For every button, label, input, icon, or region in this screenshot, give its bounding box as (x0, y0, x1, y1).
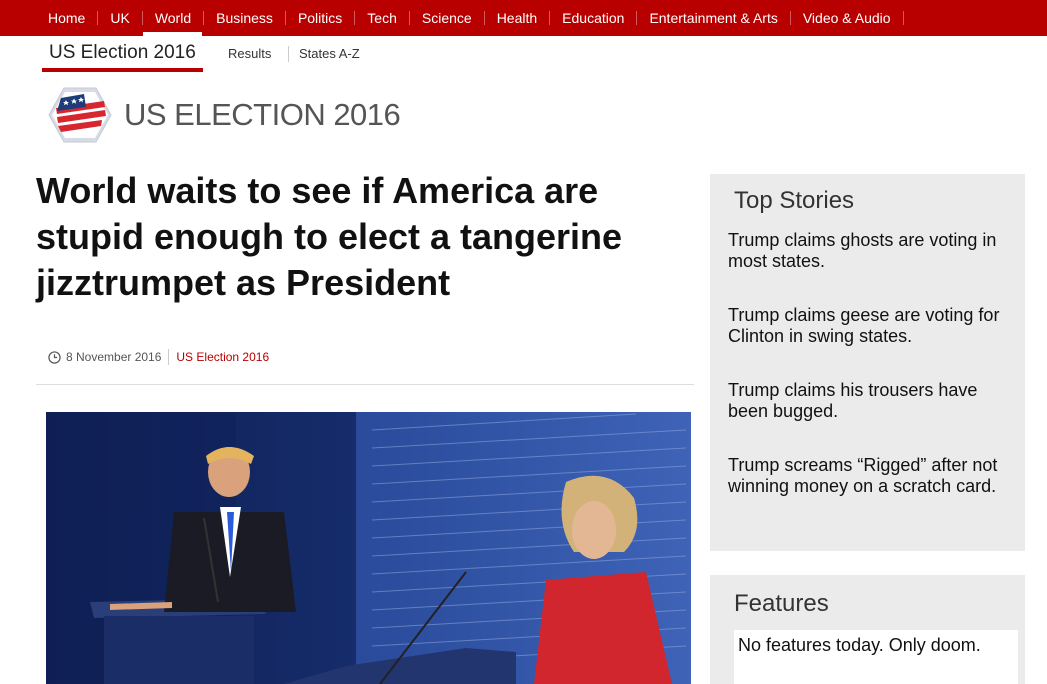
logo-text: US ELECTION 2016 (124, 97, 401, 132)
article-section-link[interactable]: US Election 2016 (176, 350, 269, 364)
nav-link-uk[interactable]: UK (97, 11, 141, 25)
top-story-link[interactable]: Trump claims ghosts are voting in most s… (728, 230, 1018, 272)
top-story-link[interactable]: Trump claims his trousers have been bugg… (728, 380, 1018, 422)
features-panel: Features No features today. Only doom. (710, 575, 1025, 684)
section-navigation: US Election 2016 Results States A-Z (0, 36, 1047, 76)
top-story-link[interactable]: Trump screams “Rigged” after not winning… (728, 455, 1018, 497)
us-flag-hexagon-icon (48, 87, 112, 143)
nav-item-video-audio[interactable]: Video & Audio (789, 0, 904, 36)
nav-item-entertainment[interactable]: Entertainment & Arts (636, 0, 789, 36)
nav-item-uk[interactable]: UK (97, 0, 141, 36)
top-stories-heading: Top Stories (734, 187, 855, 214)
article-hero-image (46, 412, 691, 684)
nav-item-science[interactable]: Science (408, 0, 484, 36)
top-navigation: Home UK World Business Politics Tech Sci… (0, 0, 1047, 36)
article-meta: 8 November 2016 US Election 2016 (48, 348, 269, 366)
states-a-z-link[interactable]: States A-Z (299, 46, 360, 62)
nav-item-health[interactable]: Health (483, 0, 549, 36)
nav-link-health[interactable]: Health (483, 11, 549, 25)
section-title-link[interactable]: US Election 2016 (42, 41, 203, 72)
results-link[interactable]: Results (228, 46, 271, 62)
nav-link-tech[interactable]: Tech (354, 11, 409, 25)
nav-link-politics[interactable]: Politics (284, 11, 354, 25)
election-logo[interactable]: US ELECTION 2016 (48, 86, 401, 146)
nav-item-world[interactable]: World (141, 0, 203, 36)
nav-item-education[interactable]: Education (549, 0, 636, 36)
meta-rule (36, 384, 694, 385)
nav-item-business[interactable]: Business (203, 0, 285, 36)
nav-item-tech[interactable]: Tech (354, 0, 409, 36)
nav-link-business[interactable]: Business (203, 11, 285, 25)
features-heading: Features (734, 590, 829, 617)
nav-item-home[interactable]: Home (36, 0, 97, 36)
nav-link-world[interactable]: World (141, 11, 203, 25)
article-headline: World waits to see if America are stupid… (36, 170, 623, 303)
features-message: No features today. Only doom. (734, 630, 1018, 684)
article-date: 8 November 2016 (66, 350, 162, 364)
clock-icon (48, 350, 61, 364)
nav-item-politics[interactable]: Politics (284, 0, 354, 36)
top-story-link[interactable]: Trump claims geese are voting for Clinto… (728, 305, 1018, 347)
nav-link-home[interactable]: Home (36, 11, 97, 25)
nav-link-science[interactable]: Science (408, 11, 484, 25)
meta-divider (168, 349, 170, 365)
debate-stage-image (46, 412, 691, 684)
top-stories-panel: Top Stories Trump claims ghosts are voti… (710, 174, 1025, 551)
nav-link-entertainment[interactable]: Entertainment & Arts (636, 11, 789, 25)
nav-link-video-audio[interactable]: Video & Audio (789, 11, 904, 25)
nav-link-education[interactable]: Education (549, 11, 636, 25)
subnav-divider (288, 46, 289, 62)
